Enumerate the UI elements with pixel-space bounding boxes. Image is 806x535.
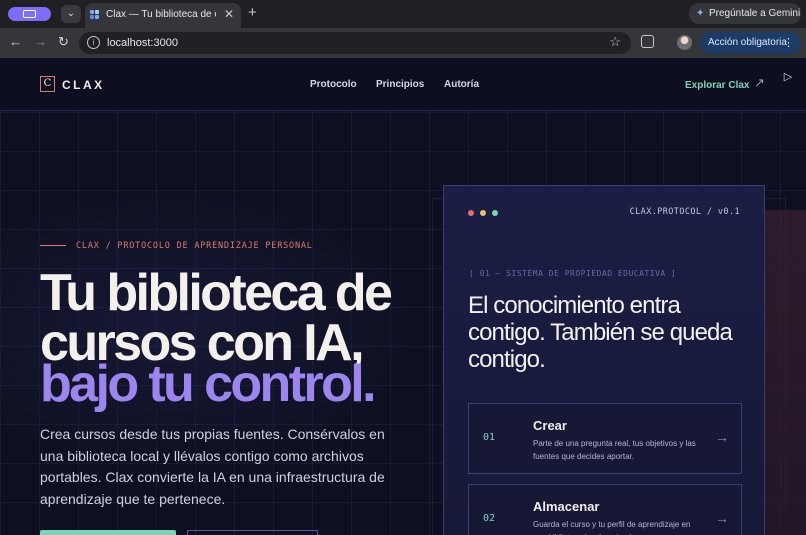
step-name: Almacenar xyxy=(533,499,600,514)
primary-cta-button[interactable] xyxy=(40,530,176,535)
ask-gemini-button[interactable]: ✦ Pregúntale a Gemini xyxy=(689,3,801,24)
step-card-almacenar[interactable]: 02 Almacenar Guarda el curso y tu perfil… xyxy=(468,484,742,535)
side-panel-play-icon[interactable]: ▷ xyxy=(778,70,798,86)
step-number: 02 xyxy=(483,513,496,524)
window-dot-yellow xyxy=(480,210,486,216)
window-icon xyxy=(23,10,36,18)
clax-logo-text[interactable]: CLAX xyxy=(62,78,105,92)
hero-title-line-1: Tu biblioteca de xyxy=(40,264,393,322)
arrow-right-icon: → xyxy=(715,510,729,526)
back-arrow-icon[interactable]: ← xyxy=(9,34,22,49)
clax-logo-mark[interactable]: C xyxy=(40,76,55,92)
step-number: 01 xyxy=(483,432,496,443)
address-url[interactable]: localhost:3000 xyxy=(107,37,178,49)
forward-arrow-icon[interactable]: → xyxy=(34,34,47,49)
site-favicon-icon xyxy=(90,10,100,20)
more-vertical-icon[interactable]: ⋮ xyxy=(783,32,794,54)
window-dot-green xyxy=(492,210,498,216)
hero-description: Crea cursos desde tus propias fuentes. C… xyxy=(40,426,385,507)
browser-tabstrip: ⌄ Clax — Tu biblioteca de curso ✕ + ✦ Pr… xyxy=(0,0,806,28)
card-section-label: [ 01 — SISTEMA DE PROPIEDAD EDUCATIVA ] xyxy=(469,269,677,278)
nav-link-principios[interactable]: Principios xyxy=(376,79,424,90)
browser-toolbar: ← → ↻ i localhost:3000 ☆ Acción obligato… xyxy=(0,28,806,58)
nav-link-protocolo[interactable]: Protocolo xyxy=(310,79,357,90)
tab-close-icon[interactable]: ✕ xyxy=(224,7,234,21)
site-info-icon[interactable]: i xyxy=(87,36,100,49)
new-tab-plus-icon[interactable]: + xyxy=(248,4,257,21)
step-card-crear[interactable]: 01 Crear Parte de una pregunta real, tus… xyxy=(468,403,742,474)
step-name: Crear xyxy=(533,418,567,433)
tab-title: Clax — Tu biblioteca de curso xyxy=(106,9,216,20)
page-viewport: C CLAX Protocolo Principios Autoría Expl… xyxy=(0,58,806,535)
window-dot-red xyxy=(468,210,474,216)
reload-icon[interactable]: ↻ xyxy=(58,34,69,50)
eyebrow-divider xyxy=(40,245,66,246)
secondary-cta-button[interactable] xyxy=(187,530,318,535)
profile-avatar[interactable] xyxy=(677,35,692,50)
hero-title-line-3: bajo tu control. xyxy=(40,355,377,413)
gemini-sparkle-icon: ✦ xyxy=(696,8,705,19)
step-description: Parte de una pregunta real, tus objetivo… xyxy=(533,439,696,461)
action-required-button[interactable]: Acción obligatoria ⋮ xyxy=(700,32,801,54)
nav-link-autoria[interactable]: Autoría xyxy=(444,79,479,90)
address-bar[interactable]: i localhost:3000 ☆ xyxy=(79,32,631,54)
browser-tab-active[interactable]: Clax — Tu biblioteca de curso ✕ xyxy=(85,3,241,28)
protocol-card: CLAX.PROTOCOL / v0.1 [ 01 — SISTEMA DE P… xyxy=(443,185,765,535)
arrow-up-right-icon[interactable]: ↗ xyxy=(754,75,765,91)
background-accent-bar xyxy=(765,210,806,535)
ask-gemini-label: Pregúntale a Gemini xyxy=(709,8,801,19)
tab-search-chevron-icon[interactable]: ⌄ xyxy=(61,5,81,23)
card-title: El conocimiento entra contigo. También s… xyxy=(468,292,733,373)
explore-clax-link[interactable]: Explorar Clax xyxy=(685,80,749,91)
arrow-right-icon: → xyxy=(715,429,729,445)
step-description: Guarda el curso y tu perfil de aprendiza… xyxy=(533,520,691,535)
extensions-puzzle-icon[interactable] xyxy=(641,35,654,48)
protocol-version-label: CLAX.PROTOCOL / v0.1 xyxy=(629,207,740,217)
hero-eyebrow: CLAX / PROTOCOLO DE APRENDIZAJE PERSONAL xyxy=(76,241,313,251)
bookmark-star-icon[interactable]: ☆ xyxy=(609,34,621,50)
window-switcher-button[interactable] xyxy=(8,7,51,21)
action-required-label: Acción obligatoria xyxy=(708,37,787,48)
